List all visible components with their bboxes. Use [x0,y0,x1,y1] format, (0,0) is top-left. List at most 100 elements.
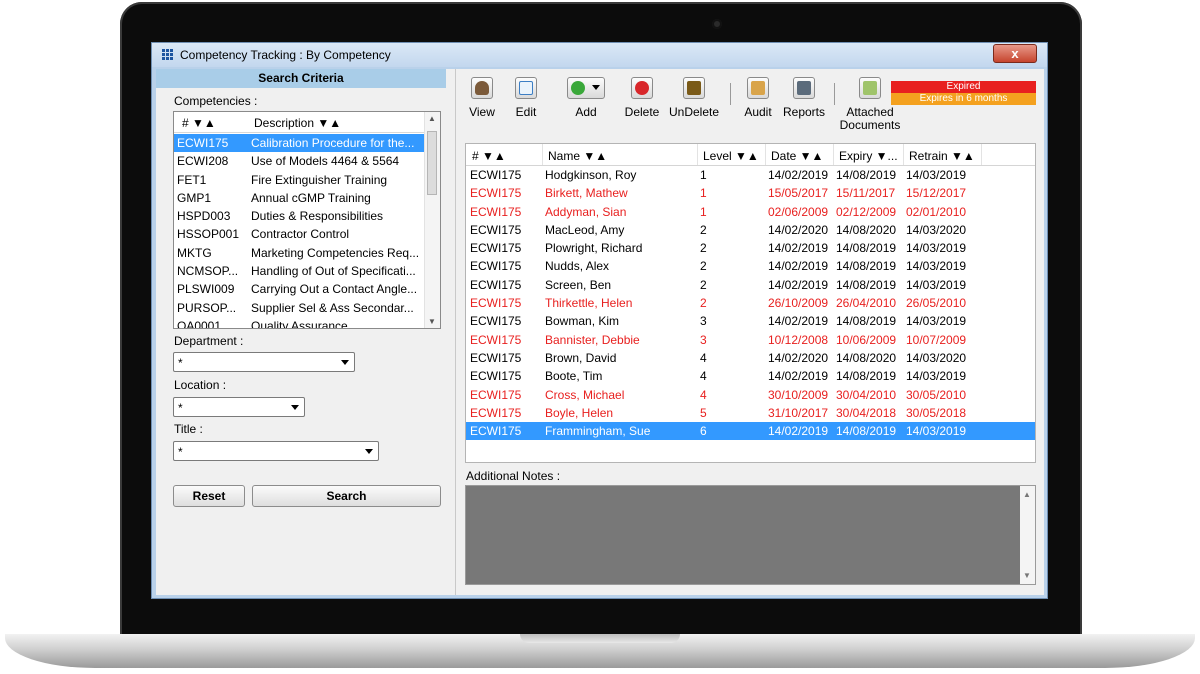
competency-row[interactable]: QA0001 Quality Assurance [174,317,426,329]
cell-level: 2 [700,277,707,292]
table-row[interactable]: ECWI175 MacLeod, Amy 2 14/02/2020 14/08/2020… [466,221,1035,239]
competencies-list[interactable]: # ▼▲ Description ▼▲ ECWI175 Calibration P… [173,111,441,329]
table-row[interactable]: ECWI175 Brown, David 4 14/02/2020 14/08/2020… [466,349,1035,367]
competency-row[interactable]: ECWI208 Use of Models 4464 & 5564 [174,152,426,170]
sort-date-column[interactable]: Date ▼▲ [771,149,823,163]
competency-row[interactable]: NCMSOP... Handling of Out of Specificati.… [174,262,426,280]
cell-expiry: 30/04/2010 [836,387,897,402]
department-select[interactable]: * [173,352,355,372]
table-row[interactable]: ECWI175 Nudds, Alex 2 14/02/2019 14/08/2019 1… [466,257,1035,275]
close-button[interactable]: x [993,44,1037,63]
cell-code: ECWI175 [470,241,522,256]
toolbar-separator [834,83,835,105]
cell-name: Screen, Ben [545,277,612,292]
cell-date: 10/12/2008 [768,332,829,347]
view-person-icon [471,77,493,99]
competency-results-grid[interactable]: # ▼▲ Name ▼▲ Level ▼▲ Date ▼▲ Expiry ▼..… [465,143,1036,463]
table-row[interactable]: ECWI175 Addyman, Sian 1 02/06/2009 02/12/200… [466,203,1035,221]
cell-level: 2 [700,241,707,256]
cell-date: 31/10/2017 [768,405,829,420]
delete-button[interactable]: Delete [622,77,662,137]
scroll-up-icon[interactable]: ▲ [428,114,436,123]
cell-retrain: 26/05/2010 [906,296,967,311]
competency-code: PURSOP... [177,300,237,315]
delete-x-icon [631,77,653,99]
undelete-button[interactable]: UnDelete [666,77,722,137]
cell-date: 14/02/2019 [768,277,829,292]
view-button[interactable]: View [462,77,502,137]
window-client-area: Search Criteria Competencies : # ▼▲ Desc… [156,69,1044,595]
reset-button[interactable]: Reset [173,485,245,507]
cell-name: Frammingham, Sue [545,424,651,439]
cell-retrain: 14/03/2019 [906,241,967,256]
cell-date: 02/06/2009 [768,204,829,219]
table-row[interactable]: ECWI175 Cross, Michael 4 30/10/2009 30/04/20… [466,386,1035,404]
table-row[interactable]: ECWI175 Boyle, Helen 5 31/10/2017 30/04/2018… [466,404,1035,422]
title-select[interactable]: * [173,441,379,461]
table-row[interactable]: ECWI175 Boote, Tim 4 14/02/2019 14/08/2019 14… [466,367,1035,385]
competency-description: Quality Assurance [251,318,348,329]
scroll-down-icon[interactable]: ▼ [1023,571,1031,580]
sort-level-column[interactable]: Level ▼▲ [703,149,759,163]
cell-retrain: 30/05/2010 [906,387,967,402]
location-select[interactable]: * [173,397,305,417]
scroll-up-icon[interactable]: ▲ [1023,490,1031,499]
scroll-down-icon[interactable]: ▼ [428,317,436,326]
competency-row[interactable]: GMP1 Annual cGMP Training [174,189,426,207]
add-button[interactable]: Add [556,77,616,137]
table-row[interactable]: ECWI175 Bowman, Kim 3 14/02/2019 14/08/2019 1… [466,312,1035,330]
table-row[interactable]: ECWI175 Screen, Ben 2 14/02/2019 14/08/2019 1… [466,276,1035,294]
sort-code-column[interactable]: # ▼▲ [182,116,216,130]
competency-row[interactable]: PLSWI009 Carrying Out a Contact Angle... [174,280,426,298]
cell-level: 6 [700,424,707,439]
cell-level: 4 [700,387,707,402]
table-row[interactable]: ECWI175 Frammingham, Sue 6 14/02/2019 14/08/… [466,422,1035,441]
sort-expiry-column[interactable]: Expiry ▼... [839,149,898,163]
table-row[interactable]: ECWI175 Birkett, Mathew 1 15/05/2017 15/11/2… [466,184,1035,202]
cell-expiry: 15/11/2017 [836,186,896,201]
cell-level: 5 [700,405,707,420]
notes-scrollbar[interactable]: ▲ ▼ [1020,486,1035,584]
competency-row[interactable]: HSPD003 Duties & Responsibilities [174,207,426,225]
cell-name: Nudds, Alex [545,259,610,274]
cell-level: 3 [700,314,707,329]
edit-button[interactable]: Edit [506,77,546,137]
competency-code: GMP1 [177,190,212,205]
competency-row[interactable]: FET1 Fire Extinguisher Training [174,171,426,189]
audit-button[interactable]: Audit [738,77,778,137]
search-button[interactable]: Search [252,485,441,507]
competency-row[interactable]: MKTG Marketing Competencies Req... [174,244,426,262]
cell-expiry: 14/08/2019 [836,369,897,384]
table-row[interactable]: ECWI175 Plowright, Richard 2 14/02/2019 14/0… [466,239,1035,257]
competencies-rows: ECWI175 Calibration Procedure for the... E… [174,134,426,329]
table-row[interactable]: ECWI175 Thirkettle, Helen 2 26/10/2009 26/04… [466,294,1035,312]
table-row[interactable]: ECWI175 Bannister, Debbie 3 10/12/2008 10/06… [466,331,1035,349]
additional-notes-field[interactable]: ▲ ▼ [465,485,1036,585]
competency-row[interactable]: PURSOP... Supplier Sel & Ass Secondar... [174,299,426,317]
competency-code: QA0001 [177,318,222,329]
sort-code-column[interactable]: # ▼▲ [472,149,506,163]
sort-retrain-column[interactable]: Retrain ▼▲ [909,149,975,163]
sort-name-column[interactable]: Name ▼▲ [548,149,607,163]
cell-name: Bowman, Kim [545,314,620,329]
cell-name: Bannister, Debbie [545,332,640,347]
competency-description: Handling of Out of Specificati... [251,264,416,279]
competency-row[interactable]: HSSOP001 Contractor Control [174,225,426,243]
competency-description: Marketing Competencies Req... [251,245,420,260]
cell-name: Cross, Michael [545,387,625,402]
competency-row[interactable]: ECWI175 Calibration Procedure for the... [174,134,426,153]
title-bar: Competency Tracking : By Competency x [152,43,1047,67]
table-row[interactable]: ECWI175 Hodgkinson, Roy 1 14/02/2019 14/08/2… [466,166,1035,184]
competencies-scrollbar[interactable]: ▲ ▼ [424,112,440,328]
location-label: Location : [174,378,227,392]
sort-description-column[interactable]: Description ▼▲ [254,116,341,130]
cell-date: 26/10/2009 [768,296,829,311]
cell-code: ECWI175 [470,350,522,365]
competency-description: Contractor Control [251,227,350,242]
cell-expiry: 14/08/2019 [836,424,897,439]
cell-expiry: 14/08/2019 [836,168,897,182]
search-criteria-header: Search Criteria [156,69,446,88]
scroll-thumb[interactable] [427,131,437,195]
reports-button[interactable]: Reports [782,77,826,137]
cell-date: 14/02/2019 [768,168,829,182]
